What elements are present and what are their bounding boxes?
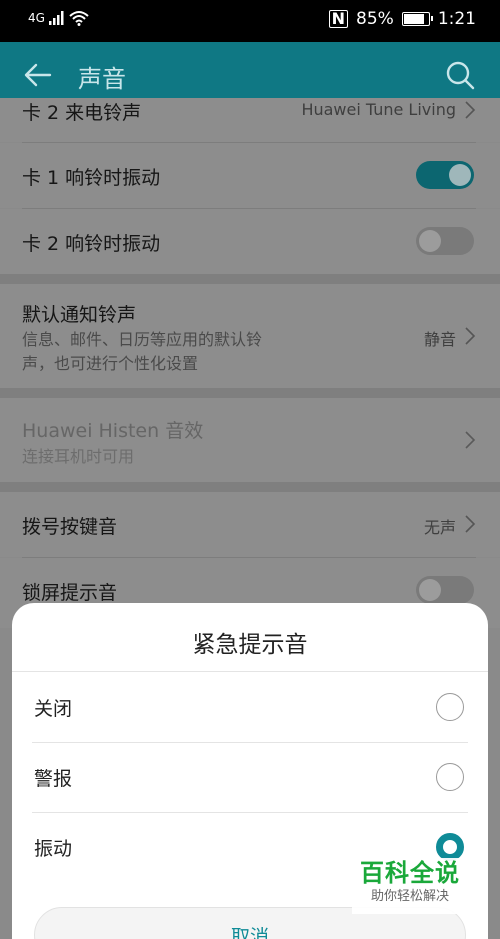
- status-right: N 85% 1:21: [328, 9, 476, 29]
- setting-value: Huawei Tune Living: [301, 100, 456, 119]
- clock: 1:21: [437, 9, 476, 29]
- setting-label: Huawei Histen 音效: [22, 420, 204, 442]
- setting-card2-ringtone[interactable]: 卡 2 来电铃声 Huawei Tune Living: [0, 98, 500, 142]
- wifi-icon: [69, 11, 89, 26]
- radio-button[interactable]: [436, 763, 464, 791]
- setting-histen: Huawei Histen 音效 连接耳机时可用: [0, 398, 500, 482]
- radio-button[interactable]: [436, 833, 464, 861]
- option-label: 振动: [34, 838, 73, 860]
- signal-icon: [48, 11, 64, 25]
- setting-desc-line1: 信息、邮件、日历等应用的默认铃: [22, 330, 263, 349]
- setting-notification-tone[interactable]: 默认通知铃声 信息、邮件、日历等应用的默认铃 声，也可进行个性化设置 静音: [0, 284, 500, 388]
- chevron-right-icon: [465, 101, 476, 119]
- dialog-title: 紧急提示音: [192, 632, 308, 658]
- radio-button[interactable]: [436, 693, 464, 721]
- battery-icon: [401, 12, 433, 26]
- toggle-knob: [449, 164, 471, 186]
- toggle-switch[interactable]: [416, 576, 474, 604]
- section-gap: [0, 274, 500, 284]
- nfc-icon: N: [328, 10, 349, 28]
- back-arrow-icon[interactable]: [22, 59, 54, 91]
- divider: [12, 671, 488, 672]
- chevron-right-icon: [465, 327, 476, 345]
- page-title: 声音: [78, 65, 126, 93]
- battery-percent: 85%: [356, 9, 394, 29]
- toggle-knob: [419, 230, 441, 252]
- option-label: 关闭: [34, 698, 73, 720]
- network-type: 4G: [28, 11, 45, 25]
- setting-label: 卡 2 来电铃声: [22, 102, 142, 124]
- chevron-right-icon: [465, 431, 476, 449]
- watermark-main-text: 百科全说: [360, 859, 460, 887]
- setting-label: 拨号按键音: [22, 516, 118, 538]
- toggle-switch[interactable]: [416, 227, 474, 255]
- setting-value: 无声: [423, 518, 456, 537]
- setting-dial-tone[interactable]: 拨号按键音 无声: [0, 492, 500, 557]
- option-label: 警报: [34, 768, 73, 790]
- option-off[interactable]: 关闭: [32, 673, 468, 743]
- setting-value: 静音: [423, 330, 456, 349]
- watermark-sub-text: 助你轻松解决: [370, 889, 449, 904]
- setting-card2-vibrate[interactable]: 卡 2 响铃时振动: [0, 209, 500, 274]
- status-left: 4G: [28, 10, 89, 26]
- toggle-knob: [419, 579, 441, 601]
- setting-card1-vibrate[interactable]: 卡 1 响铃时振动: [0, 143, 500, 208]
- setting-label: 锁屏提示音: [22, 582, 118, 604]
- status-bar: 4G N 85% 1:21: [0, 0, 500, 42]
- setting-label: 默认通知铃声: [22, 304, 137, 326]
- setting-desc: 连接耳机时可用: [22, 447, 135, 466]
- setting-label: 卡 1 响铃时振动: [22, 167, 161, 189]
- setting-desc-line2: 声，也可进行个性化设置: [22, 354, 199, 373]
- chevron-right-icon: [465, 515, 476, 533]
- toggle-switch[interactable]: [416, 161, 474, 189]
- setting-label: 卡 2 响铃时振动: [22, 233, 161, 255]
- battery-level-fill: [403, 14, 424, 24]
- section-gap: [0, 388, 500, 398]
- option-alarm[interactable]: 警报: [32, 743, 468, 813]
- watermark-logo: 百科全说 助你轻松解决: [352, 858, 468, 914]
- search-icon[interactable]: [444, 59, 476, 91]
- section-gap: [0, 482, 500, 492]
